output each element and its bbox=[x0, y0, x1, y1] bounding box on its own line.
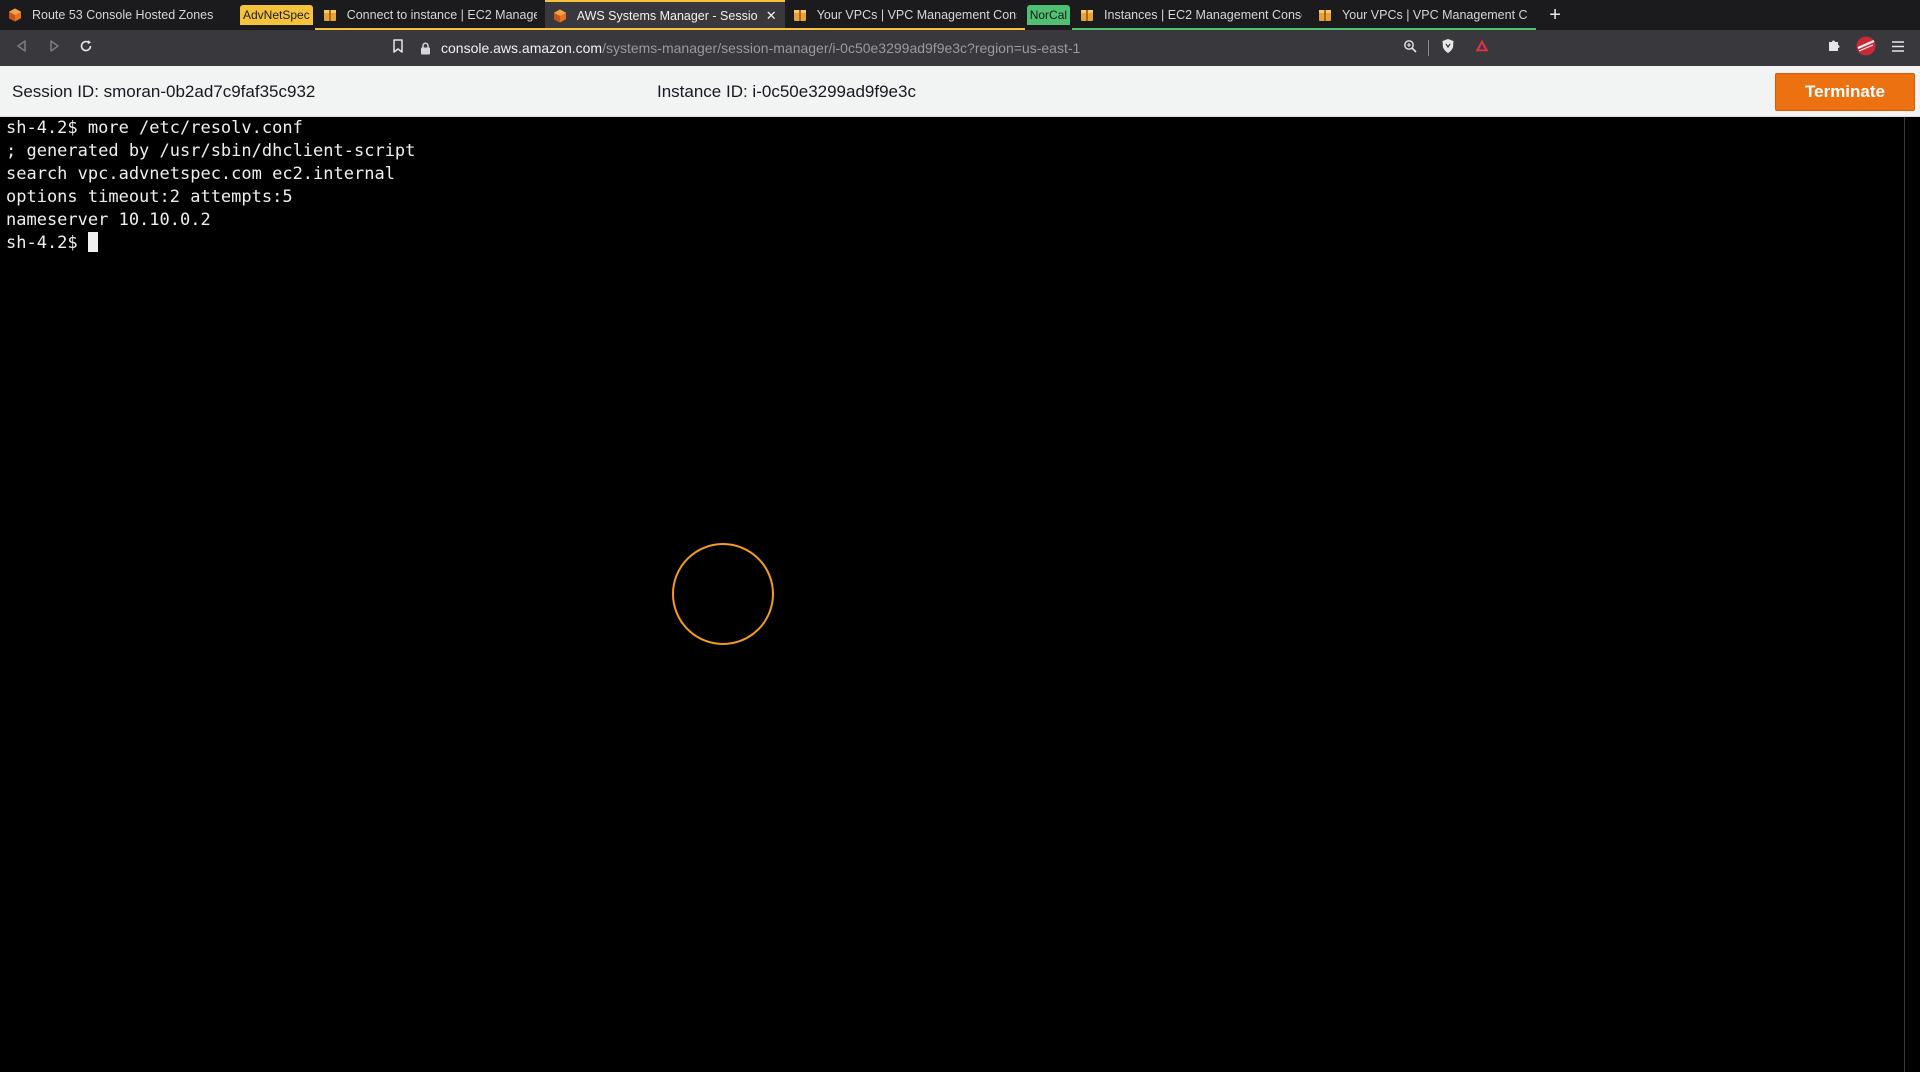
hamburger-menu-icon bbox=[1892, 39, 1904, 57]
tab-connect-to-instance[interactable]: Connect to instance | EC2 Management Con… bbox=[314, 0, 545, 30]
terminal-cursor bbox=[87, 232, 98, 252]
url-host: console.aws.amazon.com bbox=[441, 40, 603, 56]
address-bar[interactable]: console.aws.amazon.com /systems-manager/… bbox=[420, 34, 1498, 62]
close-tab-icon[interactable]: ✕ bbox=[766, 8, 777, 24]
brave-rewards-triangle-icon bbox=[1475, 39, 1489, 57]
terminal-line: sh-4.2$ more /etc/resolv.conf bbox=[6, 118, 303, 138]
terminal-scrollbar[interactable] bbox=[1904, 117, 1920, 1072]
brave-rewards-button[interactable] bbox=[1472, 34, 1492, 62]
browser-toolbar: console.aws.amazon.com /systems-manager/… bbox=[0, 30, 1920, 66]
tab-group-chip-advnetspec[interactable]: AdvNetSpec bbox=[240, 5, 313, 25]
tab-label: Your VPCs | VPC Management Console bbox=[1342, 8, 1528, 22]
browser-tab-strip: Route 53 Console Hosted Zones AdvNetSpec… bbox=[0, 0, 1920, 30]
bookmark-button[interactable] bbox=[388, 34, 408, 62]
tab-label: Route 53 Console Hosted Zones bbox=[32, 8, 214, 22]
aws-cube-orange-icon bbox=[8, 8, 22, 22]
browser-menu-button[interactable] bbox=[1888, 34, 1908, 62]
aws-package-icon bbox=[1318, 8, 1332, 22]
tab-your-vpcs[interactable]: Your VPCs | VPC Management Console bbox=[784, 0, 1025, 30]
forward-button[interactable] bbox=[40, 34, 68, 62]
new-tab-button[interactable]: + bbox=[1542, 0, 1568, 30]
tab-your-vpcs-norcal[interactable]: Your VPCs | VPC Management Console bbox=[1310, 0, 1537, 30]
profile-avatar-button[interactable] bbox=[1854, 34, 1878, 62]
terminal-line: options timeout:2 attempts:5 bbox=[6, 187, 293, 207]
tab-group-chip-norcal[interactable]: NorCal bbox=[1026, 5, 1071, 25]
profile-avatar-icon bbox=[1856, 36, 1876, 61]
zoom-button[interactable] bbox=[1400, 34, 1420, 62]
extensions-button[interactable] bbox=[1824, 34, 1844, 62]
zoom-magnifier-icon bbox=[1403, 39, 1417, 58]
toolbar-divider bbox=[1428, 40, 1429, 56]
terminate-button[interactable]: Terminate bbox=[1775, 73, 1915, 111]
terminal-line: nameserver 10.10.0.2 bbox=[6, 210, 211, 230]
tab-systems-manager-session[interactable]: AWS Systems Manager - Session Manager ✕ bbox=[544, 0, 785, 30]
back-arrow-icon bbox=[15, 39, 29, 58]
bookmark-icon bbox=[392, 38, 404, 58]
terminal-prompt-line[interactable]: sh-4.2$ bbox=[6, 232, 1904, 255]
terminal-prompt: sh-4.2$ bbox=[6, 233, 88, 253]
tab-label: AWS Systems Manager - Session Manager bbox=[576, 9, 758, 23]
tab-label: Your VPCs | VPC Management Console bbox=[816, 8, 1017, 22]
puzzle-piece-icon bbox=[1827, 38, 1842, 58]
session-manager-header: Session ID: smoran-0b2ad7c9faf35c932 Ins… bbox=[0, 66, 1920, 117]
tab-ec2-instances[interactable]: Instances | EC2 Management Console bbox=[1072, 0, 1311, 30]
tab-label: Instances | EC2 Management Console bbox=[1104, 8, 1303, 22]
url-path: /systems-manager/session-manager/i-0c50e… bbox=[602, 40, 1081, 56]
instance-id-label: Instance ID: i-0c50e3299ad9f9e3c bbox=[657, 81, 916, 101]
tab-label: Connect to instance | EC2 Management Con… bbox=[346, 8, 537, 22]
aws-package-icon bbox=[793, 8, 807, 22]
back-button[interactable] bbox=[8, 34, 36, 62]
aws-package-icon bbox=[323, 8, 337, 22]
session-id-label: Session ID: smoran-0b2ad7c9faf35c932 bbox=[12, 81, 316, 101]
forward-arrow-icon bbox=[47, 39, 61, 58]
terminal-line: ; generated by /usr/sbin/dhclient-script bbox=[6, 141, 416, 161]
brave-shields-button[interactable] bbox=[1438, 34, 1458, 62]
lock-icon bbox=[420, 42, 431, 55]
brave-shield-icon bbox=[1441, 38, 1455, 59]
terminal-line: search vpc.advnetspec.com ec2.internal bbox=[6, 164, 395, 184]
terminal-output[interactable]: sh-4.2$ more /etc/resolv.conf ; generate… bbox=[0, 117, 1904, 1072]
aws-package-icon bbox=[1080, 8, 1094, 22]
aws-cube-orange-icon bbox=[553, 9, 567, 23]
reload-icon bbox=[79, 39, 93, 58]
reload-button[interactable] bbox=[72, 34, 100, 62]
tab-route53-hosted-zones[interactable]: Route 53 Console Hosted Zones bbox=[0, 0, 238, 30]
